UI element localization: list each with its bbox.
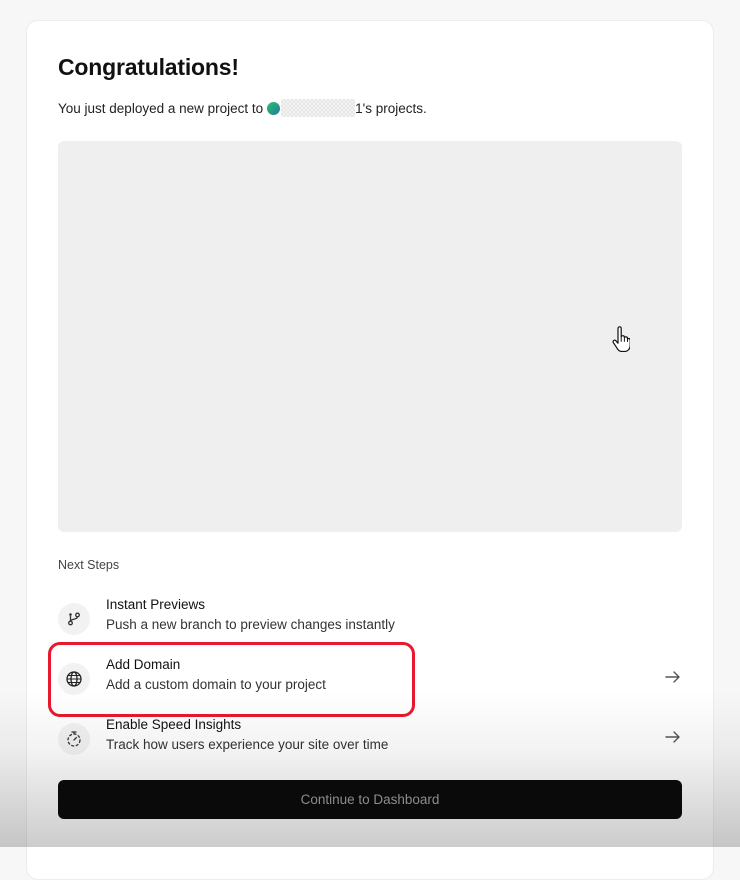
team-avatar	[267, 101, 281, 115]
team-suffix: 1's projects.	[355, 100, 427, 116]
redacted-team-name	[281, 99, 356, 117]
next-step-speed-insights[interactable]: Enable Speed Insights Track how users ex…	[58, 717, 682, 767]
hand-pointer-icon	[612, 326, 630, 352]
step-description: Push a new branch to preview changes ins…	[106, 617, 395, 632]
next-steps-label: Next Steps	[58, 558, 120, 572]
stopwatch-icon	[58, 723, 90, 755]
git-branch-icon	[58, 603, 90, 635]
deployment-preview[interactable]	[58, 141, 682, 532]
step-description: Track how users experience your site ove…	[106, 737, 389, 752]
arrow-right-icon	[665, 731, 680, 743]
next-step-instant-previews[interactable]: Instant Previews Push a new branch to pr…	[58, 597, 682, 647]
deploy-subtitle: You just deployed a new project to 1's p…	[58, 99, 427, 117]
arrow-right-icon	[665, 671, 680, 683]
step-title: Enable Speed Insights	[106, 717, 242, 732]
step-title: Instant Previews	[106, 597, 206, 612]
subtitle-prefix: You just deployed a new project to	[58, 100, 264, 116]
continue-to-dashboard-button[interactable]: Continue to Dashboard	[58, 780, 682, 819]
add-domain-highlight-annotation	[48, 642, 415, 717]
page-title: Congratulations!	[58, 54, 239, 80]
